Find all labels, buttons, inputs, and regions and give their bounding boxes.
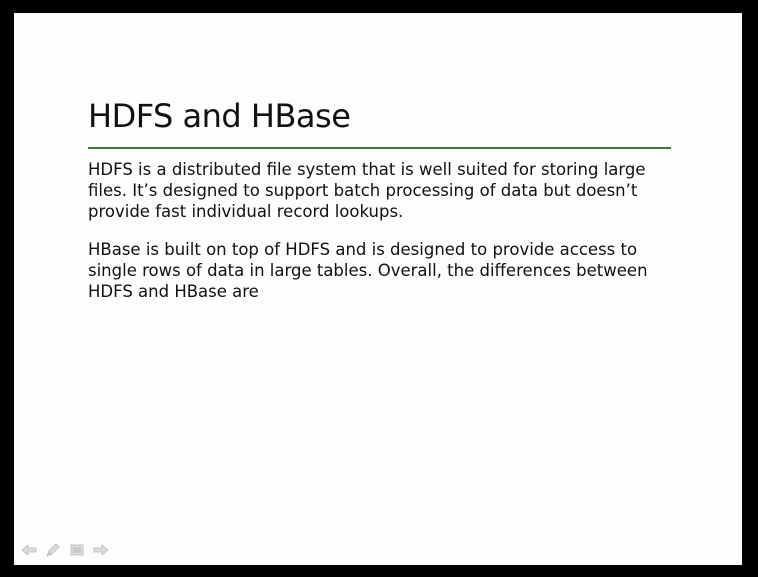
presentation-window: HDFS and HBase HDFS is a distributed fil… xyxy=(0,0,758,577)
pen-icon xyxy=(46,543,60,557)
previous-slide-button[interactable] xyxy=(20,542,38,558)
menu-icon xyxy=(70,544,84,556)
previous-arrow-icon xyxy=(21,544,37,556)
next-arrow-icon xyxy=(93,544,109,556)
next-slide-button[interactable] xyxy=(92,542,110,558)
slide: HDFS and HBase HDFS is a distributed fil… xyxy=(14,13,742,565)
slide-menu-button[interactable] xyxy=(68,542,86,558)
slide-body: HDFS is a distributed file system that i… xyxy=(88,159,688,302)
slide-title: HDFS and HBase xyxy=(88,97,351,135)
pen-tool-button[interactable] xyxy=(44,542,62,558)
slideshow-navigation xyxy=(20,541,110,559)
title-divider xyxy=(88,147,671,149)
body-paragraph-hbase: HBase is built on top of HDFS and is des… xyxy=(88,240,648,301)
body-paragraph-hdfs: HDFS is a distributed file system that i… xyxy=(88,160,646,221)
